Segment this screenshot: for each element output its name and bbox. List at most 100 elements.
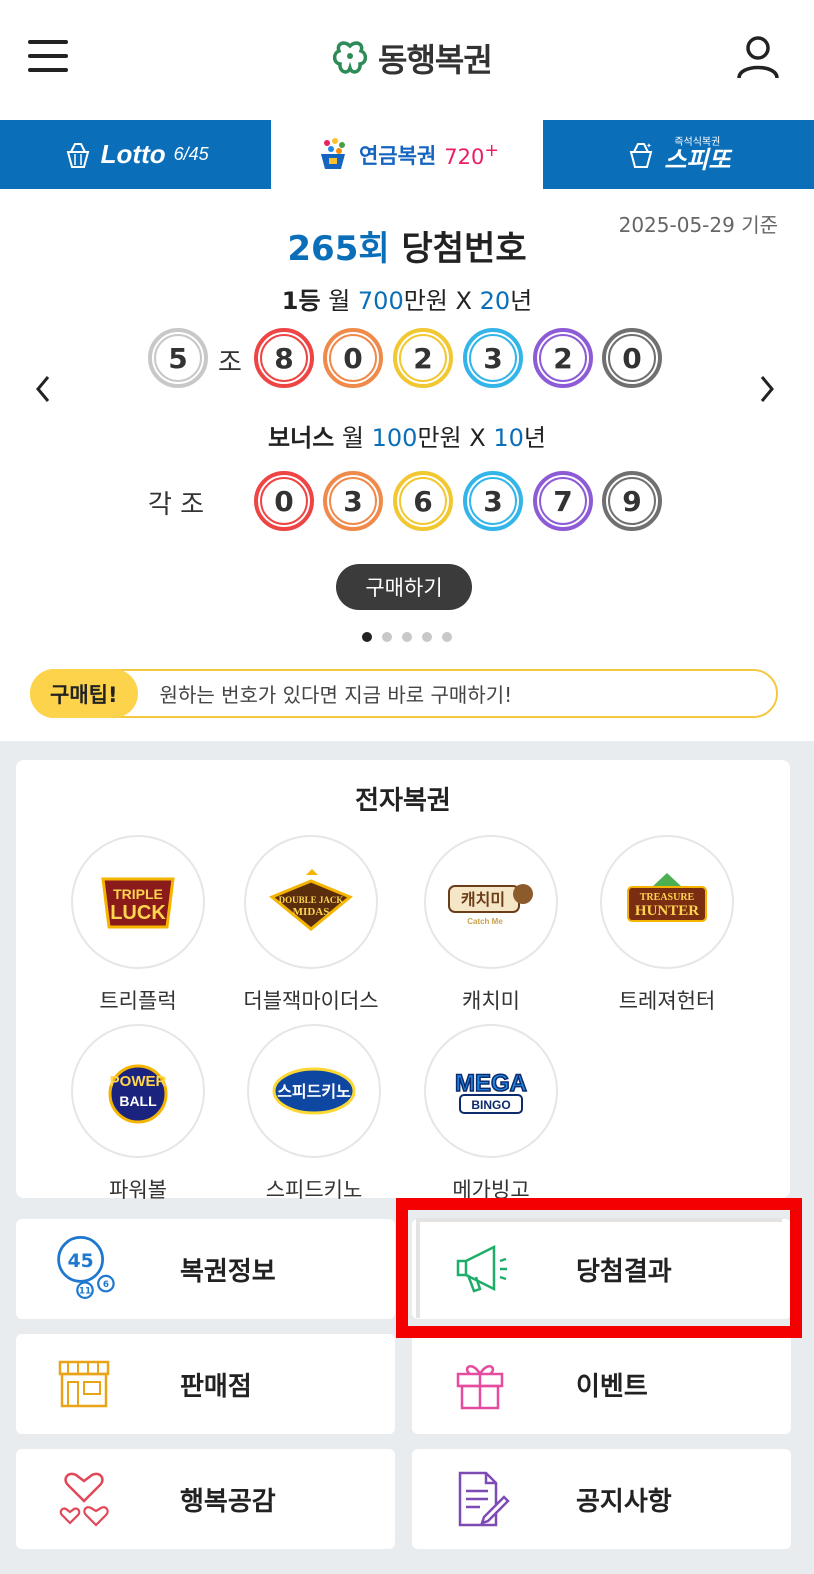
first-prize-m2: 만원 X: [403, 287, 480, 315]
purchase-tip-banner[interactable]: 구매팁! 원하는 번호가 있다면 지금 바로 구매하기!: [30, 669, 778, 718]
bonus-group-label: 각 조: [148, 490, 205, 520]
tab-pension-number: 720+: [444, 140, 500, 169]
number-ball: 8: [254, 328, 314, 388]
hamburger-menu-button[interactable]: [28, 38, 70, 74]
game-label: 더블잭마이더스: [243, 989, 379, 1013]
catch-me-logo: 캐치미 Catch Me: [448, 884, 533, 926]
carousel-dot[interactable]: [362, 632, 372, 642]
game-logo-circle: TREASURE HUNTER: [600, 835, 734, 969]
game-logo-circle: 스피드키노: [247, 1024, 381, 1158]
bonus-prize-line: 보너스 월 100만원 X 10년: [0, 418, 814, 453]
svg-text:✦: ✦: [646, 142, 652, 150]
e-lottery-title: 전자복권: [355, 786, 451, 816]
e-lottery-card: 전자복권 TRIPLE LUCK 트리플럭 DOUBLE JACK MIDAS …: [16, 760, 790, 1202]
number-ball: 0: [602, 328, 662, 388]
hearts-icon: [59, 1472, 109, 1527]
svg-text:BINGO: BINGO: [471, 1098, 510, 1112]
game-triple-luck[interactable]: TRIPLE LUCK 트리플럭: [50, 835, 226, 1015]
group-number-ball: 5: [148, 328, 208, 388]
menu-winning-results[interactable]: 당첨결과: [412, 1219, 791, 1319]
draw-title: 265회 당첨번호: [0, 221, 814, 270]
carousel-dot[interactable]: [422, 632, 432, 642]
svg-text:11: 11: [79, 1287, 91, 1297]
tab-lotto[interactable]: Lotto 6/45: [0, 120, 271, 189]
bonus-number-ball: 6: [393, 471, 453, 531]
carousel-dot[interactable]: [382, 632, 392, 642]
bonus-prize-years: 10: [493, 424, 524, 452]
game-speed-keno[interactable]: 스피드키노 스피드키노: [226, 1024, 402, 1204]
power-ball-logo: POWER BALL: [108, 1064, 168, 1124]
bonus-prize-m3: 년: [523, 424, 546, 452]
game-label: 트레져헌터: [618, 989, 716, 1013]
lotto-ball-machine-icon: [66, 142, 89, 168]
bonus-number-ball: 0: [254, 471, 314, 531]
tab-speetto-text: 즉석식복권 스피또: [664, 137, 730, 172]
site-logo[interactable]: 동행복권: [330, 32, 493, 84]
svg-text:TRIPLE: TRIPLE: [113, 886, 163, 902]
first-prize-years: 20: [479, 287, 511, 315]
lottery-balls-icon: 45 11 6: [57, 1236, 115, 1299]
bonus-number-ball: 3: [463, 471, 523, 531]
game-label: 캐치미: [462, 989, 520, 1013]
prev-draw-button[interactable]: [28, 369, 58, 409]
game-catch-me[interactable]: 캐치미 Catch Me 캐치미: [403, 835, 579, 1015]
treasure-hunter-logo: TREASURE HUNTER: [627, 873, 707, 922]
menu-stores[interactable]: 판매점: [16, 1334, 395, 1434]
svg-text:6: 6: [103, 1280, 109, 1290]
number-ball: 2: [393, 328, 453, 388]
logo-text: 동행복권: [378, 41, 493, 79]
store-icon: [58, 1360, 110, 1408]
first-prize-m1: 월: [328, 287, 358, 315]
tab-lotto-label: Lotto: [100, 139, 166, 169]
bonus-number-ball: 9: [602, 471, 662, 531]
svg-text:캐치미: 캐치미: [461, 890, 505, 909]
svg-text:스피드키노: 스피드키노: [277, 1082, 351, 1101]
menu-happy-share[interactable]: 행복공감: [16, 1449, 395, 1549]
carousel-dot[interactable]: [442, 632, 452, 642]
menu-bar: [28, 54, 68, 58]
menu-bar: [28, 40, 68, 44]
draw-result-panel: 2025-05-29 기준 265회 당첨번호 1등 월 700만원 X 20년…: [0, 189, 814, 741]
tab-speetto[interactable]: ✦ 즉석식복권 스피또: [543, 120, 814, 189]
megaphone-icon: [456, 1244, 507, 1293]
menu-happy-share-label: 행복공감: [180, 1487, 276, 1517]
gift-icon: [456, 1365, 504, 1410]
game-treasure-hunter[interactable]: TREASURE HUNTER 트레져헌터: [579, 835, 755, 1015]
game-mega-bingo[interactable]: MEGA BINGO 메가빙고: [403, 1024, 579, 1204]
user-profile-button[interactable]: [735, 34, 781, 80]
svg-text:MEGA: MEGA: [455, 1070, 527, 1097]
bonus-prize-balls: 각 조 0 3 6 3 7 9: [0, 471, 814, 533]
chevron-right-icon: [760, 376, 774, 402]
game-logo-circle: TRIPLE LUCK: [71, 835, 205, 969]
number-ball: 3: [463, 328, 523, 388]
bonus-prize-m2: 만원 X: [417, 424, 494, 452]
number-ball: 2: [533, 328, 593, 388]
menu-notices[interactable]: 공지사항: [412, 1449, 791, 1549]
bonus-prize-rank: 보너스: [268, 424, 335, 452]
game-double-jack-midas[interactable]: DOUBLE JACK MIDAS 더블잭마이더스: [223, 835, 399, 1015]
group-label: 조: [218, 348, 242, 378]
user-icon: [737, 36, 779, 79]
buy-button[interactable]: 구매하기: [336, 564, 472, 610]
next-draw-button[interactable]: [752, 369, 782, 409]
game-label: 메가빙고: [452, 1178, 530, 1202]
menu-events[interactable]: 이벤트: [412, 1334, 791, 1434]
svg-text:BALL: BALL: [119, 1093, 157, 1109]
carousel-dot[interactable]: [402, 632, 412, 642]
svg-text:45: 45: [68, 1251, 94, 1272]
first-prize-amount: 700: [357, 287, 404, 315]
game-label: 스피드키노: [265, 1178, 363, 1202]
bonus-prize-m1: 월: [341, 424, 372, 452]
tab-pension-720[interactable]: 연금복권 720+: [271, 120, 543, 189]
game-logo-circle: DOUBLE JACK MIDAS: [244, 835, 378, 969]
first-prize-rank: 1등: [281, 287, 321, 315]
menu-lottery-info[interactable]: 45 11 6 복권정보: [16, 1219, 395, 1319]
clover-icon: [332, 41, 368, 74]
game-power-ball[interactable]: POWER BALL 파워볼: [50, 1024, 226, 1204]
svg-text:POWER: POWER: [110, 1073, 167, 1090]
chevron-left-icon: [36, 376, 50, 402]
tab-pension-label: 연금복권: [358, 143, 437, 168]
game-logo-circle: MEGA BINGO: [424, 1024, 558, 1158]
menu-notices-label: 공지사항: [576, 1487, 672, 1517]
svg-text:MIDAS: MIDAS: [293, 906, 330, 918]
